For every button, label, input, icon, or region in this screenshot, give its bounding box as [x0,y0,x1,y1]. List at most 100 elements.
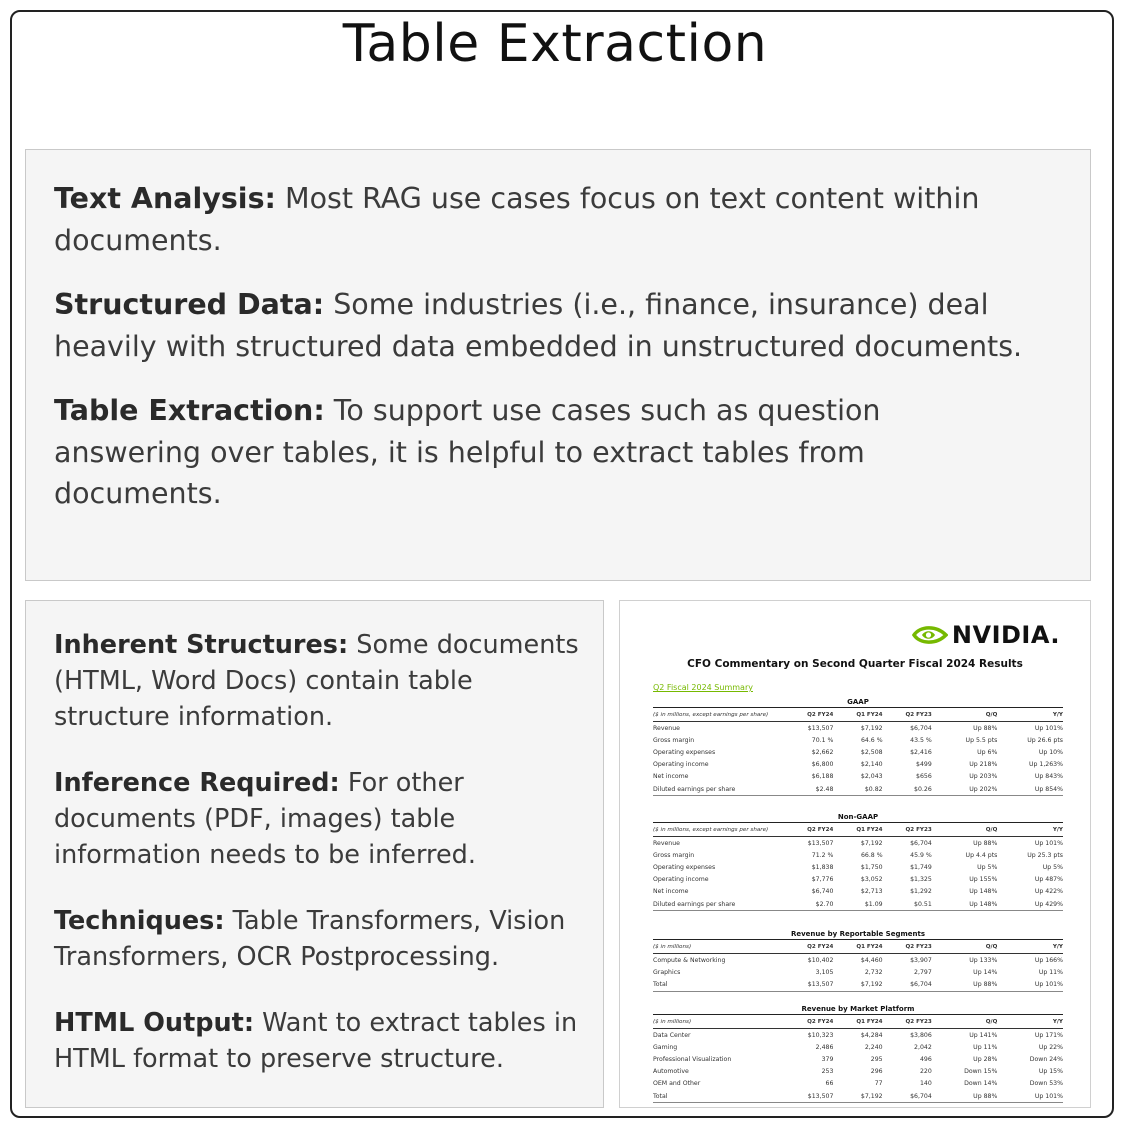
financial-table: ($ in millions, except earnings per shar… [653,709,1063,797]
table-cell: Up 101% [997,978,1063,992]
slide-title: Table Extraction [342,14,768,74]
table-cell: Up 429% [997,897,1063,912]
row-label: Total [653,978,785,992]
table-cell: $4,284 [860,1031,883,1039]
table-cell: Up 854% [997,782,1063,797]
table-cell: 2,240 [864,1043,883,1051]
table-cell: $6,188 [811,773,834,781]
table-row: Data Center $10,323 $4,284 $3,806 Up 141% Up … [653,1029,1063,1042]
nvidia-wordmark: NVIDIA. [951,621,1060,649]
table-cell: Up 88% [973,839,998,847]
table-cell: $10,323 [807,1031,834,1039]
table-cell: 253 [821,1068,834,1076]
table-row: Operating expenses $2,662 $2,508 $2,416 Up 6… [653,746,1063,758]
table-cell: $2,416 [910,748,932,756]
table-extraction-paragraph: Table Extraction: To support use cases s… [54,390,1030,515]
html-output-paragraph: HTML Output: Want to extract tables in H… [54,1005,579,1077]
paragraph-heading: Inference Required: [54,768,340,798]
table-cell: 2,797 [914,968,932,976]
column-header: Q/Q [931,709,998,722]
table-cell: 2,732 [864,968,883,976]
table-cell: 64.6 % [860,736,883,744]
document-heading: CFO Commentary on Second Quarter Fiscal … [687,658,1023,670]
table-cell: 296 [870,1068,883,1076]
paragraph-heading: Table Extraction: [54,394,325,427]
column-header: Q2 FY23 [882,709,932,722]
table-cell: Up 101% [1034,839,1063,847]
table-cell: Up 6% [977,748,998,756]
table-cell: 45.9 % [910,851,932,859]
table-cell: 3,105 [815,968,834,976]
table-row: Total $13,507 $7,192 $6,704 Up 88% Up 101% [653,978,1063,992]
table-row: Gross margin 71.2 % 66.8 % 45.9 % Up 4.4 pts… [653,849,1063,861]
techniques-paragraph: Techniques: Table Transformers, Vision T… [54,903,579,975]
table-cell: $2,140 [860,761,883,769]
paragraph-heading: Structured Data: [54,288,325,321]
inference-required-paragraph: Inference Required: For other documents … [54,765,579,873]
table-cell: 77 [874,1080,883,1088]
table-cell: Up 88% [931,1089,998,1104]
table-cell: $3,907 [910,956,932,964]
table-cell: Up 88% [931,978,998,992]
row-label: Net income [653,773,689,781]
table-row: Revenue $13,507 $7,192 $6,704 Up 88% Up 101% [653,837,1063,850]
row-label: Net income [653,888,689,896]
document-image: NVIDIA. CFO Commentary on Second Quarter… [619,600,1091,1108]
table-row: Operating income $7,776 $3,052 $1,325 Up 155… [653,874,1063,886]
table-cell: Up 25.3 pts [1027,851,1063,859]
structured-data-paragraph: Structured Data: Some industries (i.e., … [54,284,1030,367]
table-cell: Up 11% [1038,968,1063,976]
table-cell: $2,713 [860,888,883,896]
table-cell: 379 [821,1055,834,1063]
details-box: Inherent Structures: Some documents (HTM… [25,600,604,1108]
table-cell: $2,043 [860,773,883,781]
column-header: Y/Y [997,941,1063,954]
table-cell: $7,192 [833,978,883,992]
table-cell: $1,838 [811,863,834,871]
table-cell: $1,325 [910,876,932,884]
section-title: Revenue by Reportable Segments [653,930,1063,940]
column-header: ($ in millions) [653,941,785,954]
table-cell: Up 15% [1038,1068,1063,1076]
table-cell: Up 141% [969,1031,998,1039]
row-label: Automotive [653,1068,689,1076]
table-row: Total $13,507 $7,192 $6,704 Up 88% Up 101% [653,1089,1063,1104]
table-cell: 496 [919,1055,932,1063]
table-cell: Up 487% [1034,876,1063,884]
row-label: Gaming [653,1043,678,1051]
table-cell: Up 14% [973,968,998,976]
table-cell: Up 148% [931,897,998,912]
table-cell: Up 10% [1038,748,1063,756]
table-cell: Up 1,263% [1028,761,1063,769]
table-cell: 43.5 % [910,736,932,744]
table-cell: 2,042 [914,1043,932,1051]
column-header: Q2 FY23 [882,941,932,954]
table-cell: Up 202% [931,782,998,797]
paragraph-heading: Inherent Structures: [54,630,349,660]
table-cell: $6,704 [910,724,932,732]
column-header: Q2 FY23 [882,824,932,837]
table-cell: $6,704 [882,1089,932,1104]
column-header: Q/Q [931,824,998,837]
table-row: Professional Visualization 379 295 496 Up 28… [653,1053,1063,1065]
financial-table: ($ in millions, except earnings per shar… [653,824,1063,912]
table-cell: $1.09 [833,897,883,912]
table-cell: $1,749 [910,863,932,871]
table-row: Operating expenses $1,838 $1,750 $1,749 Up 5… [653,861,1063,873]
row-label: Data Center [653,1031,691,1039]
column-header: Q2 FY24 [784,1016,834,1029]
table-cell: $6,704 [882,978,932,992]
table-cell: Up 843% [1034,773,1063,781]
column-header: Q1 FY24 [833,941,883,954]
column-header: ($ in millions, except earnings per shar… [653,824,785,837]
paragraph-heading: HTML Output: [54,1008,255,1038]
table-cell: $1,292 [910,888,932,896]
table-cell: $13,507 [784,978,834,992]
table-row: Gross margin 70.1 % 64.6 % 43.5 % Up 5.5 pts… [653,734,1063,746]
table-cell: 66 [825,1080,834,1088]
row-label: Operating income [653,876,709,884]
table-cell: Up 218% [969,761,998,769]
table-row: Operating income $6,800 $2,140 $499 Up 218% U… [653,759,1063,771]
financial-table: ($ in millions) Q2 FY24 Q1 FY24 Q2 FY23 Q/Q Y… [653,1016,1063,1104]
table-cell: 2,486 [815,1043,834,1051]
